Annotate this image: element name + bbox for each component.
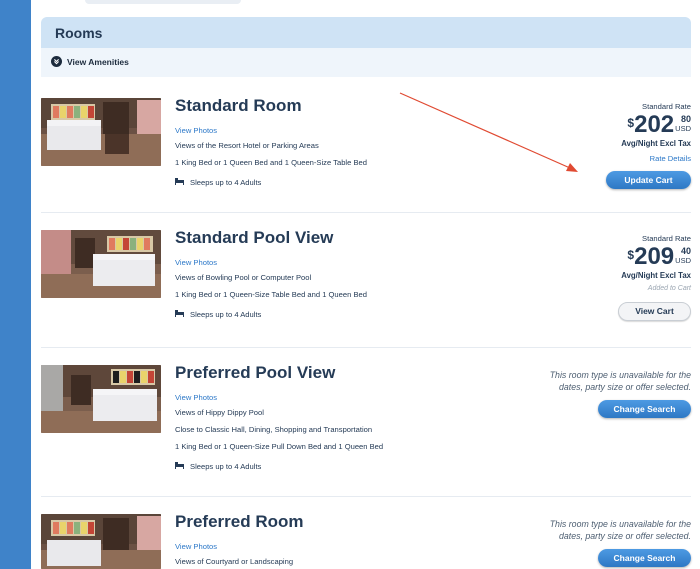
view-photos-link[interactable]: View Photos [175,393,217,402]
view-amenities-link[interactable]: View Amenities [51,56,129,67]
page: Rooms View Amenities Standard Room View … [31,0,700,569]
per-night-label: Avg/Night Excl Tax [621,271,691,280]
amenities-bar: View Amenities [41,48,691,77]
unavailable-line: This room type is unavailable for the [549,519,691,529]
dollar-sign: $ [627,248,635,262]
price-block: Standard Rate $ 209 40 USD Avg/Night Exc… [531,228,691,321]
room-detail: Views of the Resort Hotel or Parking Are… [175,141,319,150]
bed-icon [175,462,184,471]
price: $ 209 40 USD [531,245,691,269]
rooms-header: Rooms [41,17,691,48]
room-photo[interactable] [41,230,161,298]
unavailable-message: This room type is unavailable for the da… [471,369,691,393]
price: $ 202 80 USD [531,113,691,137]
price-dollars: 202 [634,111,675,138]
room-photo[interactable] [41,514,161,569]
view-cart-button[interactable]: View Cart [618,302,691,321]
unavailable-message: This room type is unavailable for the da… [471,518,691,542]
view-photos-link[interactable]: View Photos [175,542,217,551]
room-detail: Close to Classic Hall, Dining, Shopping … [175,425,373,434]
per-night-label: Avg/Night Excl Tax [621,139,691,148]
availability-block: This room type is unavailable for the da… [471,512,691,567]
sleeps-info: Sleeps up to 4 Adults [175,462,261,471]
change-search-button[interactable]: Change Search [598,549,691,567]
view-amenities-label: View Amenities [67,56,129,67]
currency: USD [675,124,691,133]
room-detail: 1 King Bed or 1 Queen Bed and 1 Queen-Si… [175,158,367,167]
chevron-down-icon [51,56,62,67]
unavailable-line: This room type is unavailable for the [549,370,691,380]
room-card: Standard Pool View View Photos Views of … [41,228,691,338]
room-detail: 1 King Bed or 1 Queen-Size Pull Down Bed… [175,442,384,451]
room-detail: 1 King Bed or 1 Queen-Size Table Bed and… [175,290,367,299]
sleeps-label: Sleeps up to 4 Adults [190,462,262,471]
sleeps-label: Sleeps up to 4 Adults [190,310,262,319]
bed-icon [175,178,184,187]
unavailable-line: dates, party size or offer selected. [558,531,691,541]
rate-label: Standard Rate [642,102,691,111]
added-to-cart-note: Added to Cart [647,285,691,292]
rate-label: Standard Rate [642,234,691,243]
bed-icon [175,310,184,319]
unavailable-line: dates, party size or offer selected. [558,382,691,392]
change-search-button[interactable]: Change Search [598,400,691,418]
rate-details-link[interactable]: Rate Details [531,154,691,163]
availability-block: This room type is unavailable for the da… [471,363,691,418]
room-detail: Views of Bowling Pool or Computer Pool [175,273,312,282]
room-card: Preferred Pool View View Photos Views of… [41,363,691,488]
room-name: Standard Room [175,96,302,115]
room-card: Preferred Room View Photos Views of Cour… [41,512,691,569]
update-cart-button[interactable]: Update Cart [606,171,691,189]
view-photos-link[interactable]: View Photos [175,258,217,267]
room-card: Standard Room View Photos Views of the R… [41,96,691,206]
divider [41,347,691,348]
sleeps-label: Sleeps up to 4 Adults [190,178,262,187]
price-dollars: 209 [634,243,675,270]
divider [41,212,691,213]
divider [41,496,691,497]
top-strip [85,0,241,4]
section-title: Rooms [55,25,103,41]
sleeps-info: Sleeps up to 4 Adults [175,310,261,319]
dollar-sign: $ [627,116,635,130]
room-detail: Views of Courtyard or Landscaping [175,557,294,566]
price-block: Standard Rate $ 202 80 USD Avg/Night Exc… [531,96,691,189]
room-name: Preferred Pool View [175,363,336,382]
room-name: Standard Pool View [175,228,334,247]
price-cents: 80 [680,114,691,124]
price-cents: 40 [680,246,691,256]
sleeps-info: Sleeps up to 4 Adults [175,178,261,187]
room-photo[interactable] [41,98,161,166]
room-photo[interactable] [41,365,161,433]
room-detail: Views of Hippy Dippy Pool [175,408,264,417]
room-name: Preferred Room [175,512,304,531]
currency: USD [675,256,691,265]
view-photos-link[interactable]: View Photos [175,126,217,135]
